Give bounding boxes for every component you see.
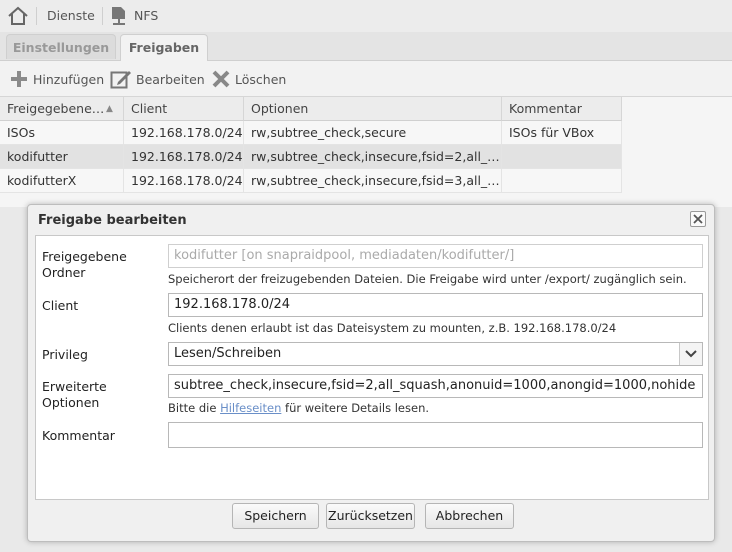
dropdown-trigger[interactable] [679,343,702,365]
cell-options: rw,subtree_check,insecure,fsid=3,all_squ… [244,169,502,193]
breadcrumb-services[interactable]: Dienste [47,8,95,23]
breadcrumb-separator [102,7,103,25]
tab-settings[interactable]: Einstellungen [6,34,116,59]
table-row[interactable]: ISOs 192.168.178.0/24 rw,subtree_check,s… [0,121,622,145]
home-icon[interactable] [7,5,29,27]
save-button[interactable]: Speichern [232,503,319,529]
delete-button-label: Löschen [235,71,287,87]
cell-folder: ISOs [0,121,124,145]
client-hint: Clients denen erlaubt ist das Dateisyste… [168,321,617,335]
reset-button[interactable]: Zurücksetzen [326,503,415,529]
cell-options: rw,subtree_check,insecure,fsid=2,all_squ… [244,145,502,169]
folder-label: Freigegebene Ordner [42,249,127,280]
dialog-title: Freigabe bearbeiten [38,213,187,228]
folder-hint: Speicherort der freizugebenden Dateien. … [168,272,687,286]
privilege-selected-value: Lesen/Schreiben [174,346,282,361]
cancel-button[interactable]: Abbrechen [425,503,514,529]
extended-options-label: Erweiterte Optionen [42,379,107,410]
tab-shares[interactable]: Freigaben [120,34,208,61]
delete-button[interactable]: Löschen [211,68,286,90]
delete-icon [212,70,230,88]
edit-share-dialog: Freigabe bearbeiten Freigegebene Ordner … [27,204,715,542]
column-header-folder[interactable]: Freigegebene… ▲ [0,97,124,121]
cell-client: 192.168.178.0/24 [124,169,244,193]
dialog-form: Freigegebene Ordner kodifutter [on snapr… [35,235,709,500]
comment-label: Kommentar [42,428,115,443]
cell-comment: ISOs für VBox [502,121,622,145]
edit-button-label: Bearbeiten [136,71,205,87]
extended-options-input[interactable]: subtree_check,insecure,fsid=2,all_squash… [168,374,703,398]
comment-input[interactable] [168,422,703,448]
column-header-client[interactable]: Client [124,97,244,121]
column-header-comment[interactable]: Kommentar [502,97,622,121]
help-pages-link[interactable]: Hilfeseiten [220,401,281,415]
cell-comment [502,145,622,169]
privilege-select[interactable]: Lesen/Schreiben [168,342,703,366]
privilege-label: Privileg [42,347,88,362]
client-label: Client [42,298,79,313]
cell-client: 192.168.178.0/24 [124,145,244,169]
plus-icon [11,71,27,87]
cell-options: rw,subtree_check,secure [244,121,502,145]
close-button[interactable] [690,211,706,227]
breadcrumb-nfs[interactable]: NFS [134,8,158,23]
table-row[interactable]: kodifutterX 192.168.178.0/24 rw,subtree_… [0,169,622,193]
cell-comment [502,169,622,193]
add-button-label: Hinzufügen [33,71,105,87]
extended-options-hint: Bitte die Hilfeseiten für weitere Detail… [168,401,430,415]
shared-folder-field: kodifutter [on snapraidpool, mediadaten/… [168,244,703,268]
add-button[interactable]: Hinzufügen [9,68,104,90]
chevron-down-icon [685,350,697,358]
sort-ascending-icon: ▲ [106,104,113,114]
network-share-icon [112,7,125,25]
client-input[interactable]: 192.168.178.0/24 [168,293,703,317]
close-icon [693,214,703,224]
edit-button[interactable]: Bearbeiten [110,68,205,90]
cell-client: 192.168.178.0/24 [124,121,244,145]
column-header-options[interactable]: Optionen [244,97,502,121]
breadcrumb-separator [36,7,37,25]
table-row[interactable]: kodifutter 192.168.178.0/24 rw,subtree_c… [0,145,622,169]
cell-folder: kodifutter [0,145,124,169]
cell-folder: kodifutterX [0,169,124,193]
edit-icon [110,71,131,89]
